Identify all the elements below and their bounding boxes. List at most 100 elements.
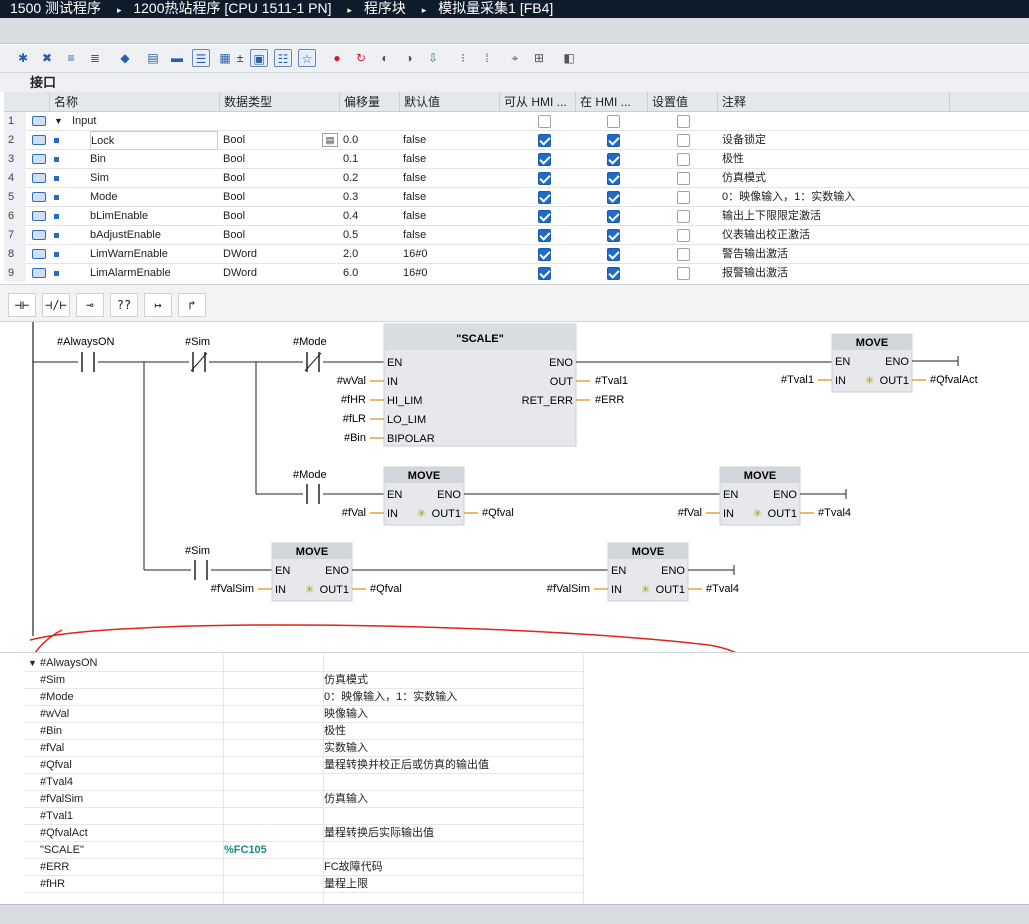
setpoint-checkbox[interactable] [677,188,690,207]
operand[interactable]: #Tval1 [781,374,814,386]
operand[interactable]: #wVal [337,375,366,387]
table-row[interactable]: 9 LimAlarmEnable DWord 6.0 16#0 报警输出激活 [4,264,1029,282]
breadcrumb-project[interactable]: 1500 测试程序 [10,0,101,16]
xref-row[interactable]: #Bin 极性 [24,723,584,740]
variable-comment[interactable]: 仿真模式 [722,169,952,188]
variable-default[interactable]: false [403,131,493,150]
hmi-access-checkbox[interactable] [538,131,551,150]
nc-contact-button[interactable]: ⊣/⊢ [42,293,70,317]
setpoint-checkbox[interactable] [677,131,690,150]
variable-name[interactable]: LimAlarmEnable [90,264,218,282]
load-start-values-icon[interactable]: ⇩ [424,49,442,67]
operand[interactable]: #fHR [341,394,366,406]
header-hmi-access[interactable]: 可从 HMI ... [500,92,576,112]
operand[interactable]: #QfvalAct [930,374,978,386]
hmi-visible-checkbox[interactable] [607,131,620,150]
variable-default[interactable]: false [403,207,493,226]
move-block[interactable]: MOVE EN ENO IN OUT1 ✳ [271,542,353,602]
move-block[interactable]: MOVE EN ENO IN OUT1 ✳ [607,542,689,602]
type-picker-icon[interactable]: ▤ [322,133,338,147]
expand-icon[interactable]: ▼ [28,655,37,672]
block-call-icon[interactable]: ◆ [116,49,134,67]
open-all-networks-icon[interactable]: ▤ [144,49,162,67]
variable-default[interactable]: false [403,169,493,188]
snapshot-icon[interactable]: ◑ [400,49,418,67]
collapse-icon[interactable]: ▼ [54,112,64,131]
header-datatype[interactable]: 数据类型 [220,92,340,112]
table-row[interactable]: 8 LimWarnEnable DWord 2.0 16#0 警告输出激活 [4,245,1029,264]
hmi-visible-checkbox[interactable] [607,245,620,264]
table-row[interactable]: 5 Mode Bool 0.3 false 0：映像输入，1：实数输入 [4,188,1029,207]
hmi-access-checkbox[interactable] [538,264,551,282]
move-block[interactable]: MOVE EN ENO IN OUT1 ✳ [383,466,465,526]
breadcrumb-cpu[interactable]: 1200热站程序 [CPU 1511-1 PN] [133,0,331,16]
setpoint-checkbox[interactable] [677,226,690,245]
variable-type[interactable]: DWord [223,245,323,264]
setpoint-checkbox[interactable] [677,150,690,169]
table-row[interactable]: 4 Sim Bool 0.2 false 仿真模式 [4,169,1029,188]
variable-comment[interactable]: 报警输出激活 [722,264,952,282]
hmi-visible-checkbox[interactable] [607,207,620,226]
operand[interactable]: #Tval4 [706,583,739,595]
xref-group-row[interactable]: ▼ #AlwaysON [24,655,584,672]
contact-always-on[interactable]: #AlwaysON [57,336,115,372]
header-default[interactable]: 默认值 [400,92,500,112]
monitoring-icon[interactable]: ⊞ [530,49,548,67]
variable-type[interactable]: DWord [223,264,323,282]
variable-type[interactable]: Bool [223,169,323,188]
operand[interactable]: #fVal [678,507,702,519]
variable-name[interactable]: bLimEnable [90,207,218,226]
variable-comment[interactable]: 0：映像输入，1：实数输入 [722,188,952,207]
checkbox[interactable] [538,112,551,131]
contact-mode-nc[interactable]: #Mode [293,336,327,372]
operand[interactable]: #Tval4 [818,507,851,519]
checkbox[interactable] [607,112,620,131]
insert-network-icon[interactable]: ✱ [14,49,32,67]
hmi-access-checkbox[interactable] [538,150,551,169]
operand[interactable]: #fLR [343,413,366,425]
hmi-access-checkbox[interactable] [538,207,551,226]
variable-type[interactable]: Bool [223,131,323,150]
empty-box-button[interactable]: ?? [110,293,138,317]
outdent-icon[interactable]: ⁞ [478,49,496,67]
setpoint-checkbox[interactable] [677,245,690,264]
call-hierarchy-icon[interactable]: ⌖ [506,49,524,67]
operand[interactable]: #Qfval [482,507,514,519]
variable-name[interactable]: Mode [90,188,218,207]
header-name[interactable]: 名称 [50,92,220,112]
symbol-info-icon[interactable]: ☆ [298,49,316,67]
operand[interactable]: #fVal [342,507,366,519]
variable-name[interactable]: bAdjustEnable [90,226,218,245]
variable-type[interactable]: Bool [223,150,323,169]
close-all-networks-icon[interactable]: ▬ [168,49,186,67]
setpoint-checkbox[interactable] [677,207,690,226]
indent-icon[interactable]: ⁝ [454,49,472,67]
operand[interactable]: #Bin [344,432,366,444]
header-offset[interactable]: 偏移量 [340,92,400,112]
variable-name[interactable]: Sim [90,169,218,188]
setpoint-checkbox[interactable] [677,169,690,188]
variable-name[interactable]: Lock [90,131,218,150]
contact-mode-no[interactable]: #Mode [293,469,327,504]
no-contact-button[interactable]: ⊣⊢ [8,293,36,317]
contact-sim-no[interactable]: #Sim [185,545,211,580]
favorites-icon[interactable]: ▣ [250,49,268,67]
breadcrumb-blocks[interactable]: 程序块 [364,0,406,16]
hmi-visible-checkbox[interactable] [607,264,620,282]
variable-default[interactable]: false [403,188,493,207]
insert-row-icon[interactable]: ≡ [62,49,80,67]
go-to-error-icon[interactable]: ● [328,49,346,67]
variable-default[interactable]: false [403,226,493,245]
xref-row[interactable]: #wVal 映像输入 [24,706,584,723]
xref-row[interactable]: #ERR FC故障代码 [24,859,584,876]
operand[interactable]: #ERR [595,394,624,406]
variable-comment[interactable]: 输出上下限限定激活 [722,207,952,226]
variable-name[interactable]: LimWarnEnable [90,245,218,264]
hmi-access-checkbox[interactable] [538,169,551,188]
variable-type[interactable]: Bool [223,188,323,207]
operand[interactable]: #Qfval [370,583,402,595]
table-row[interactable]: 3 Bin Bool 0.1 false 极性 [4,150,1029,169]
xref-row[interactable]: #Sim 仿真模式 [24,672,584,689]
scale-block[interactable]: "SCALE" EN ENO IN OUT HI_LIM RET_ERR LO_… [383,323,577,447]
table-row[interactable]: 6 bLimEnable Bool 0.4 false 输出上下限限定激活 [4,207,1029,226]
